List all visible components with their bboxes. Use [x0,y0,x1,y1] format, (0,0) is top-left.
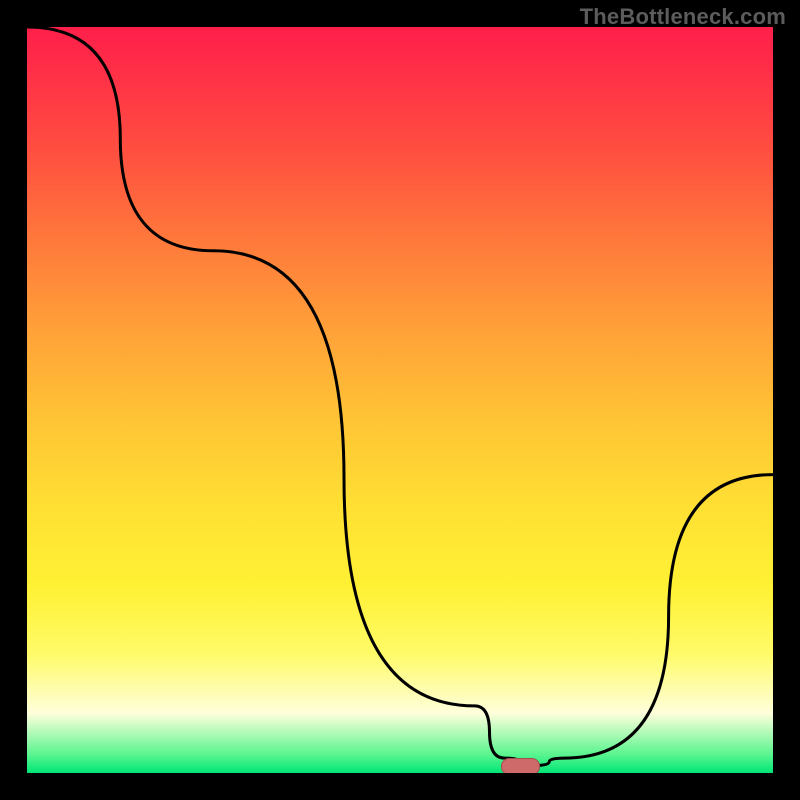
curve-path [27,27,773,766]
watermark-text: TheBottleneck.com [580,4,786,30]
bottleneck-curve [27,27,773,773]
optimum-marker [501,758,540,773]
plot-area [27,27,773,773]
chart-container: TheBottleneck.com [0,0,800,800]
